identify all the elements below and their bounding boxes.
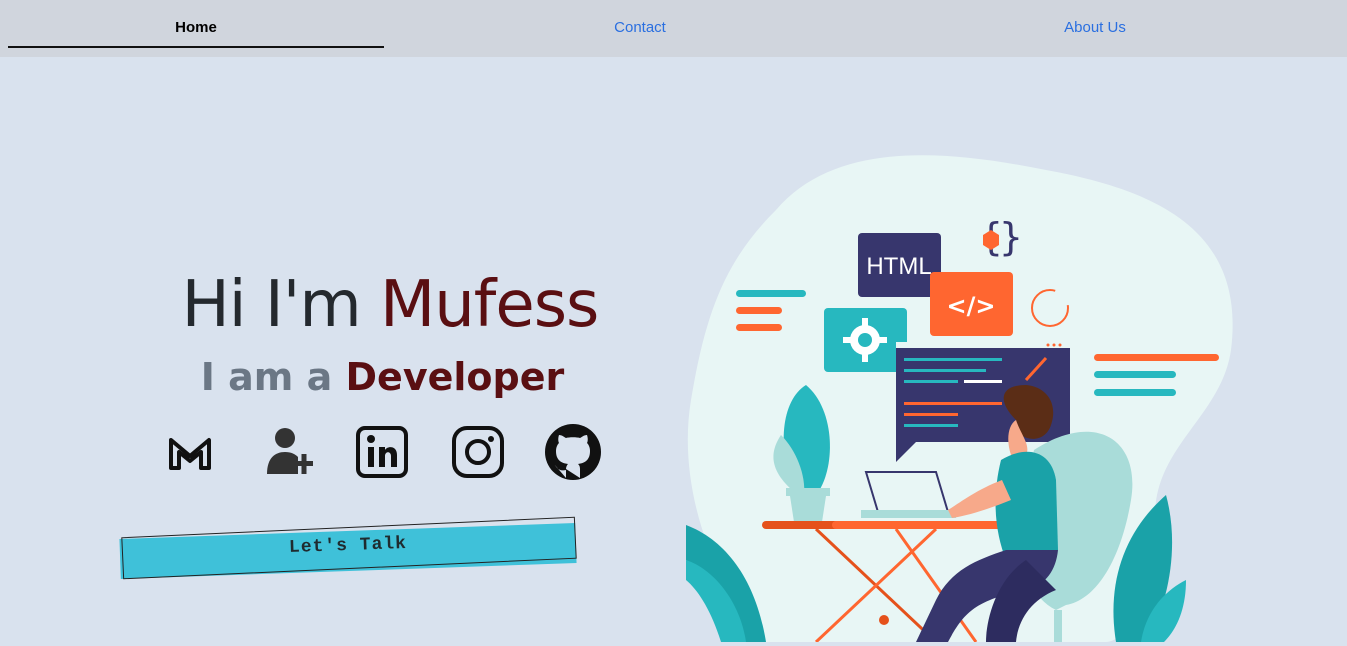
svg-text:}: } (999, 215, 1023, 259)
hero-greeting: Hi I'm (181, 268, 381, 342)
nav-about-us[interactable]: About Us (907, 0, 1283, 57)
developer-illustration: HTML { } </> (686, 150, 1347, 644)
lets-talk-button[interactable]: Let's Talk (118, 515, 580, 587)
hero-subtitle-prefix: I am a (200, 355, 346, 399)
add-contact-icon[interactable] (259, 422, 319, 482)
hero-subtitle: I am a Developer (0, 355, 765, 399)
nav-contact[interactable]: Contact (452, 0, 828, 57)
code-label: </> (947, 292, 996, 320)
hero-role: Developer (345, 355, 565, 399)
github-icon[interactable] (543, 422, 603, 482)
instagram-icon[interactable] (448, 422, 508, 482)
navbar: Home Contact About Us (0, 0, 1347, 57)
hero-title: Hi I'm Mufess (0, 268, 780, 342)
linkedin-icon[interactable] (352, 422, 412, 482)
html-label: HTML (866, 253, 931, 280)
nav-home[interactable]: Home (8, 0, 384, 57)
gmail-icon[interactable] (160, 422, 220, 482)
hero-name: Mufess (380, 268, 599, 342)
